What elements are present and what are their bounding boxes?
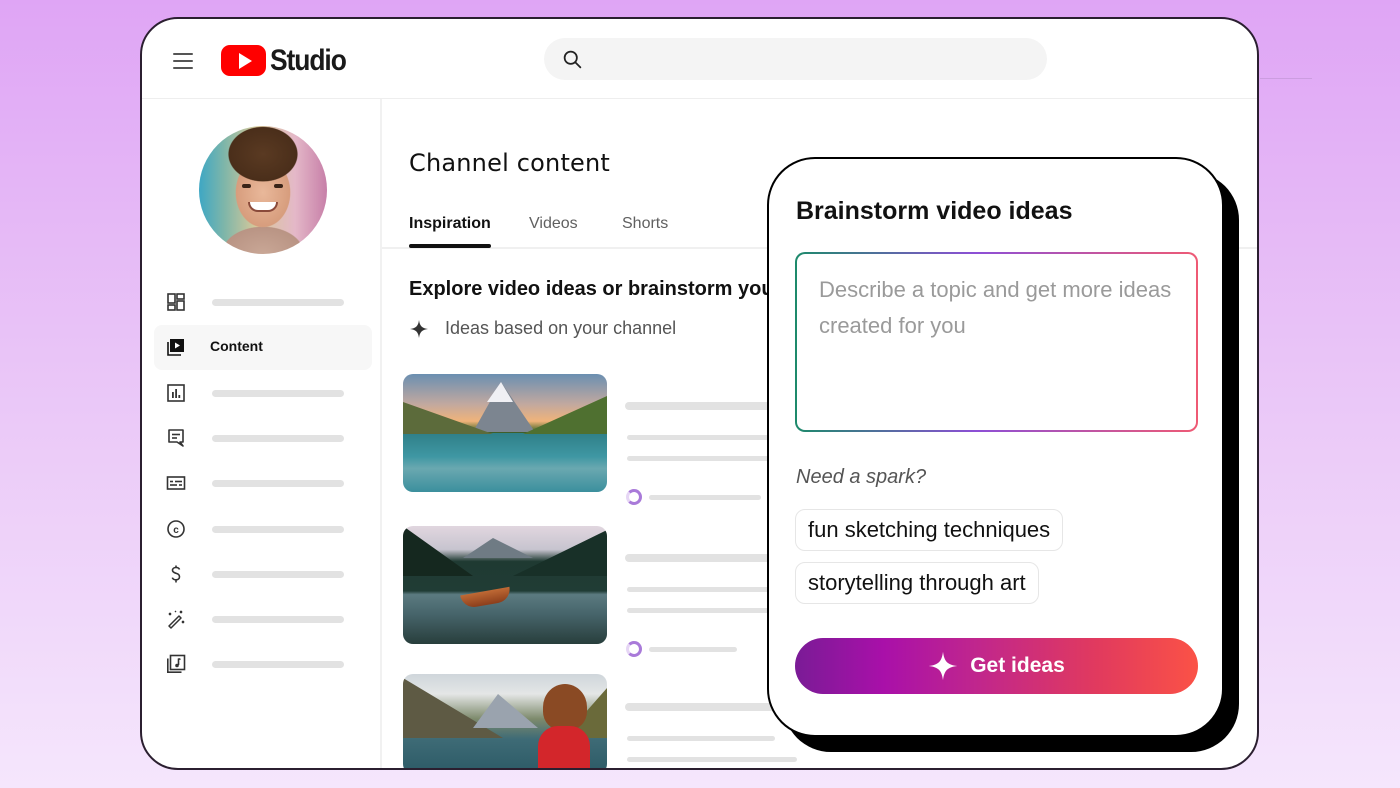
sidebar-item-analytics[interactable]: [154, 371, 372, 416]
comments-icon: [168, 429, 184, 447]
idea-desc-placeholder: [627, 736, 775, 741]
sidebar: Content c: [142, 99, 382, 768]
search-icon: [563, 50, 582, 69]
suggestion-chip[interactable]: fun sketching techniques: [795, 509, 1064, 551]
ideas-label: Ideas based on your channel: [445, 318, 677, 338]
idea-meta-placeholder: [649, 647, 737, 652]
nav-label-placeholder: [212, 661, 344, 668]
sidebar-item-dashboard[interactable]: [154, 280, 372, 325]
idea-title-placeholder: [625, 402, 775, 410]
channel-avatar[interactable]: [199, 126, 327, 254]
sparkle-icon: [410, 319, 428, 338]
idea-desc-placeholder: [627, 435, 775, 440]
search-input[interactable]: [544, 38, 1047, 80]
svg-text:c: c: [173, 525, 179, 536]
content-icon: [167, 339, 184, 356]
copyright-icon: c: [167, 520, 185, 538]
nav-label-placeholder: [212, 480, 344, 487]
sidebar-item-subtitles[interactable]: [154, 461, 372, 506]
sidebar-item-copyright[interactable]: c: [154, 507, 372, 552]
loading-spinner-icon: [626, 489, 642, 505]
topic-input[interactable]: [797, 254, 1196, 430]
hamburger-menu-icon[interactable]: [173, 53, 193, 69]
get-ideas-button[interactable]: Get ideas: [795, 638, 1198, 694]
idea-desc-placeholder: [627, 757, 797, 762]
need-a-spark-label: Need a spark?: [796, 466, 927, 488]
subtitles-icon: [166, 476, 186, 490]
audio-library-icon: [167, 654, 186, 673]
idea-desc-placeholder: [627, 608, 775, 613]
earn-icon: [171, 565, 181, 583]
idea-thumbnail-boat-lake[interactable]: [403, 526, 607, 644]
nav-label-placeholder: [212, 526, 344, 533]
studio-logo[interactable]: Studio: [221, 45, 356, 76]
sidebar-item-comments[interactable]: [154, 416, 372, 461]
suggestion-chip[interactable]: storytelling through art: [795, 562, 1039, 604]
background-decoration-line: [1260, 78, 1312, 79]
idea-thumbnail-person-mountain[interactable]: [403, 674, 607, 768]
idea-title-placeholder: [625, 554, 775, 562]
nav-label-placeholder: [212, 299, 344, 306]
dashboard-icon: [167, 293, 185, 311]
top-bar: Studio: [142, 19, 1257, 99]
explore-heading: Explore video ideas or brainstorm you: [409, 278, 774, 300]
logo-text: Studio: [270, 43, 347, 77]
sidebar-item-audio-library[interactable]: [154, 642, 372, 687]
idea-thumbnail-mountain-lake[interactable]: [403, 374, 607, 492]
nav-label-placeholder: [212, 616, 344, 623]
youtube-play-icon: [221, 45, 266, 76]
idea-meta-placeholder: [649, 495, 761, 500]
tab-inspiration[interactable]: Inspiration: [409, 215, 491, 248]
sidebar-item-earn[interactable]: [154, 552, 372, 597]
idea-desc-placeholder: [627, 456, 775, 461]
sidebar-item-content[interactable]: Content: [154, 325, 372, 370]
idea-title-placeholder: [625, 703, 775, 711]
tab-shorts[interactable]: Shorts: [622, 215, 668, 247]
nav-label-placeholder: [212, 571, 344, 578]
nav-label-placeholder: [212, 435, 344, 442]
ideas-based-on-channel: Ideas based on your channel: [409, 318, 676, 339]
customization-icon: [168, 610, 185, 629]
idea-desc-placeholder: [627, 587, 775, 592]
nav-label-placeholder: [212, 390, 344, 397]
sidebar-item-customization[interactable]: [154, 597, 372, 642]
topic-input-wrapper: [795, 252, 1198, 432]
brainstorm-title: Brainstorm video ideas: [796, 197, 1073, 225]
tab-videos[interactable]: Videos: [529, 215, 578, 247]
sparkle-icon: [928, 651, 958, 681]
sidebar-item-label: Content: [210, 338, 263, 354]
brainstorm-card: Brainstorm video ideas Need a spark? fun…: [767, 157, 1224, 737]
analytics-icon: [167, 384, 185, 402]
loading-spinner-icon: [626, 641, 642, 657]
page-title: Channel content: [409, 149, 611, 177]
get-ideas-label: Get ideas: [970, 654, 1065, 677]
